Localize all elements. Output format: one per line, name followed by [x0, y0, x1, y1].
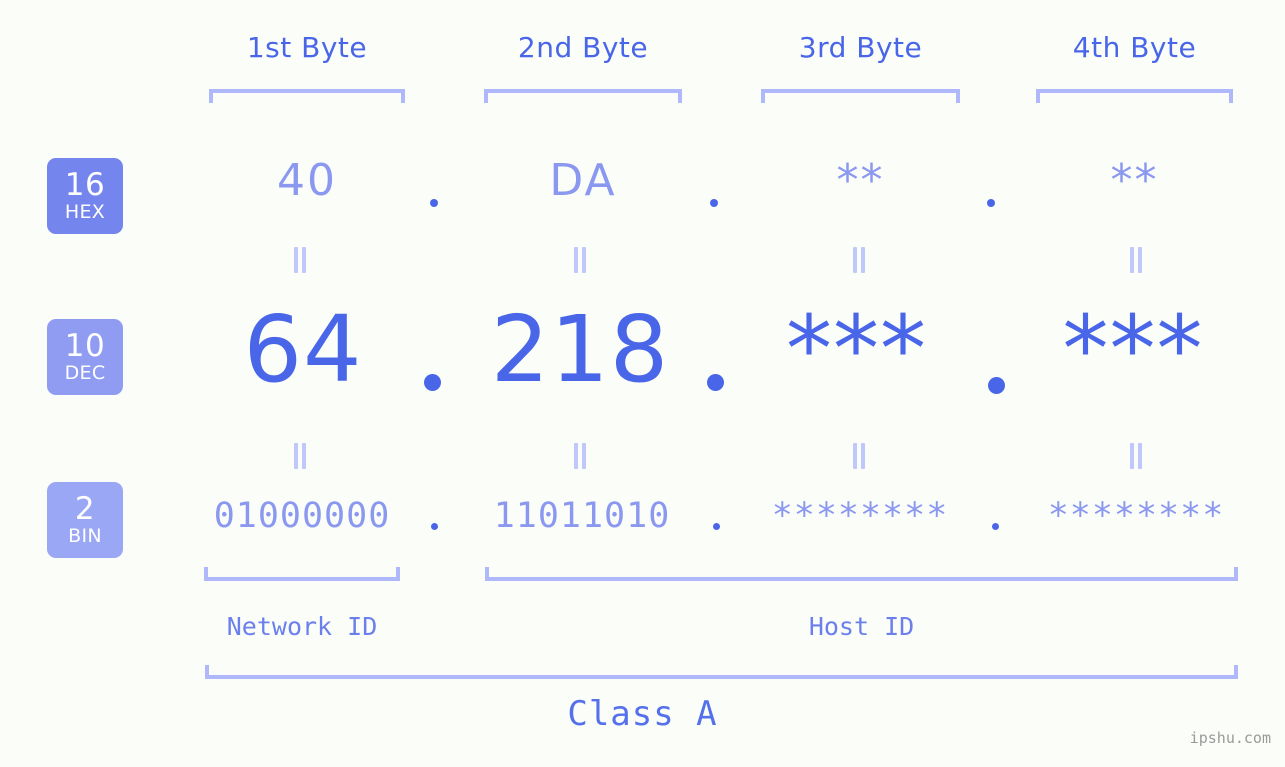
equals-mark-dec-bin-1	[294, 443, 307, 469]
dec-separator-dot-3	[988, 377, 1005, 394]
equals-mark-dec-bin-2	[574, 443, 587, 469]
base-badge-bin: 2 BIN	[47, 482, 123, 558]
byte-header-1: 1st Byte	[246, 31, 368, 64]
bin-byte-3: ********	[771, 496, 949, 536]
hex-byte-4: **	[1110, 155, 1159, 206]
dec-separator-dot-2	[707, 374, 724, 391]
base-badge-bin-abbr: BIN	[68, 525, 102, 547]
byte-bracket-4	[1036, 89, 1233, 103]
equals-mark-hex-dec-3	[853, 247, 866, 273]
base-badge-dec-abbr: DEC	[64, 362, 106, 384]
hex-separator-dot-2	[710, 199, 718, 207]
bin-byte-4: ********	[1047, 496, 1225, 536]
byte-bracket-1	[209, 89, 405, 103]
byte-bracket-2	[484, 89, 682, 103]
hex-separator-dot-3	[987, 199, 995, 207]
hex-byte-3: **	[836, 155, 885, 206]
network-id-bracket	[204, 567, 400, 581]
equals-mark-hex-dec-4	[1130, 247, 1143, 273]
byte-bracket-3	[761, 89, 960, 103]
dec-byte-2: 218	[490, 296, 670, 403]
equals-mark-dec-bin-4	[1130, 443, 1143, 469]
watermark: ipshu.com	[1189, 729, 1271, 747]
base-badge-hex-number: 16	[64, 167, 106, 203]
bin-separator-dot-3	[992, 523, 999, 530]
base-badge-dec: 10 DEC	[47, 319, 123, 395]
base-badge-hex-abbr: HEX	[64, 201, 106, 223]
network-id-label: Network ID	[226, 612, 378, 641]
dec-byte-3: ***	[786, 296, 927, 403]
bin-byte-1: 01000000	[213, 496, 391, 536]
base-badge-hex: 16 HEX	[47, 158, 123, 234]
dec-separator-dot-1	[424, 374, 441, 391]
dec-byte-1: 64	[243, 296, 363, 403]
class-label: Class A	[567, 694, 718, 734]
bin-separator-dot-2	[713, 523, 720, 530]
class-bracket	[205, 665, 1238, 679]
equals-mark-hex-dec-2	[574, 247, 587, 273]
bin-byte-2: 11011010	[493, 496, 671, 536]
host-id-label: Host ID	[808, 612, 915, 641]
byte-header-3: 3rd Byte	[798, 31, 923, 64]
hex-byte-2: DA	[549, 155, 617, 206]
hex-separator-dot-1	[430, 199, 438, 207]
dec-byte-4: ***	[1062, 296, 1204, 403]
byte-header-4: 4th Byte	[1072, 31, 1197, 64]
equals-mark-hex-dec-1	[294, 247, 307, 273]
byte-header-2: 2nd Byte	[517, 31, 649, 64]
ip-address-breakdown-diagram: 1st Byte 2nd Byte 3rd Byte 4th Byte 16 H…	[0, 0, 1285, 767]
bin-separator-dot-1	[431, 523, 438, 530]
base-badge-bin-number: 2	[74, 491, 96, 527]
hex-byte-1: 40	[277, 155, 337, 206]
base-badge-dec-number: 10	[64, 328, 106, 364]
equals-mark-dec-bin-3	[853, 443, 866, 469]
host-id-bracket	[485, 567, 1238, 581]
